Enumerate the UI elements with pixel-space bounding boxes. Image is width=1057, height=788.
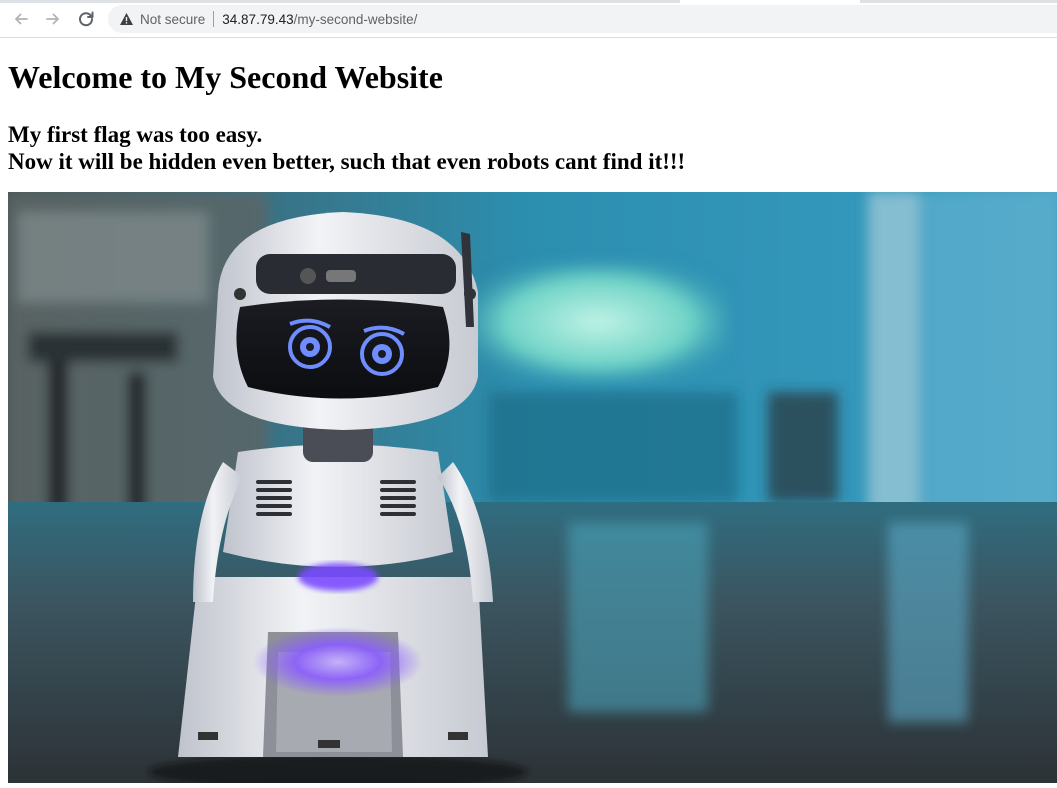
- subtitle-line-1: My first flag was too easy.: [8, 122, 263, 147]
- robot-image: [8, 192, 1057, 783]
- reload-button[interactable]: [75, 8, 97, 30]
- tab-strip-edge: [0, 0, 1057, 3]
- arrow-right-icon: [46, 13, 59, 25]
- forward-button[interactable]: [42, 8, 64, 30]
- page-subtitle: My first flag was too easy. Now it will …: [8, 121, 1057, 175]
- address-bar[interactable]: Not secure 34.87.79.43/my-second-website…: [108, 5, 1057, 33]
- url-host: 34.87.79.43: [222, 11, 294, 27]
- url-path: /my-second-website/: [293, 11, 418, 27]
- omnibox-separator: [213, 11, 215, 27]
- browser-toolbar: Not secure 34.87.79.43/my-second-website…: [0, 0, 1057, 38]
- not-secure-label[interactable]: Not secure: [140, 12, 205, 27]
- arrow-left-icon: [15, 13, 28, 25]
- page-title: Welcome to My Second Website: [8, 59, 443, 95]
- robot-photo: [8, 192, 1057, 783]
- reload-icon: [79, 11, 94, 27]
- warning-triangle-icon[interactable]: [118, 11, 134, 27]
- page-content: Welcome to My Second Website My first fl…: [8, 38, 1057, 175]
- back-button[interactable]: [10, 8, 32, 30]
- subtitle-line-2: Now it will be hidden even better, such …: [8, 149, 686, 174]
